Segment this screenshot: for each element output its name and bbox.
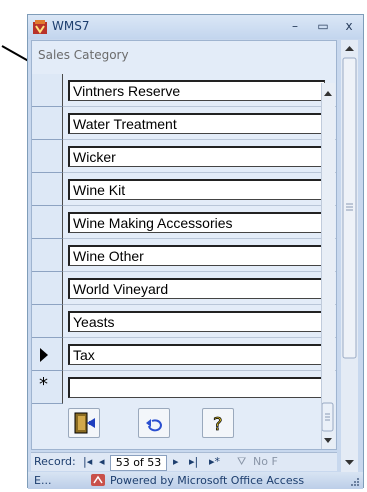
current-record-pointer-icon xyxy=(40,348,48,362)
current-record-input[interactable]: 53 of 53 xyxy=(110,455,167,471)
sales-category-field[interactable]: Vintners Reserve xyxy=(68,80,325,101)
scroll-up-icon xyxy=(324,91,332,96)
new-record-asterisk-icon: * xyxy=(39,374,48,395)
record-navigator: Record: |◂ ◂ 53 of 53 ▸ ▸| ▸* ⛛ No F xyxy=(31,452,337,471)
record-selector[interactable] xyxy=(32,74,63,107)
record-row: Water Treatment xyxy=(32,107,336,140)
current-record-row: Tax xyxy=(32,338,336,371)
undo-icon xyxy=(146,419,162,432)
sales-category-field[interactable]: Water Treatment xyxy=(68,113,325,134)
record-selector-current[interactable] xyxy=(32,338,63,371)
help-button[interactable]: ? xyxy=(202,408,234,438)
record-label: Record: xyxy=(34,455,76,468)
record-row: Wine Other xyxy=(32,239,336,272)
record-selector[interactable] xyxy=(32,272,63,305)
window-scrollbar-graphics xyxy=(342,46,357,465)
window-scrollbar[interactable] xyxy=(341,40,358,472)
window-title: WMS7 xyxy=(52,19,90,33)
sales-category-field[interactable]: Wine Other xyxy=(68,245,325,266)
svg-text:?: ? xyxy=(213,414,223,435)
record-selector-new[interactable]: * xyxy=(32,371,63,404)
record-selector[interactable] xyxy=(32,173,63,206)
record-row: Yeasts xyxy=(32,305,336,338)
access-form-window: WMS7 – ▭ x Sales Category Vintners Reser… xyxy=(27,14,364,489)
sales-category-header: Sales Category xyxy=(38,48,129,62)
restore-button[interactable]: ▭ xyxy=(312,18,334,34)
minimize-button[interactable]: – xyxy=(284,18,306,34)
record-row: Wine Making Accessories xyxy=(32,206,336,239)
title-bar[interactable]: WMS7 – ▭ x xyxy=(28,15,363,39)
record-row: Wicker xyxy=(32,140,336,173)
close-form-button[interactable] xyxy=(68,408,100,438)
help-question-icon: ? xyxy=(213,414,223,436)
powered-by-text: Powered by Microsoft Office Access xyxy=(110,474,305,487)
previous-record-button[interactable]: ◂ xyxy=(99,455,105,468)
office-access-icon xyxy=(91,474,105,486)
record-row: World Vineyard xyxy=(32,272,336,305)
sales-category-field[interactable]: Wine Kit xyxy=(68,179,325,200)
record-selector[interactable] xyxy=(32,305,63,338)
form-scrollbar[interactable] xyxy=(321,83,335,449)
record-row: Vintners Reserve xyxy=(32,74,336,107)
record-selector[interactable] xyxy=(32,239,63,272)
last-record-button[interactable]: ▸| xyxy=(189,455,198,468)
access-app-icon[interactable] xyxy=(32,19,48,35)
window-scroll-down-icon xyxy=(345,460,354,465)
status-bar: E... Powered by Microsoft Office Access xyxy=(28,472,363,489)
close-button[interactable]: x xyxy=(338,18,360,34)
window-scroll-up-icon xyxy=(345,46,354,51)
status-text: E... xyxy=(34,474,52,487)
new-record-button[interactable]: ▸* xyxy=(209,455,220,468)
filter-funnel-icon[interactable]: ⛛ xyxy=(237,455,246,469)
first-record-button[interactable]: |◂ xyxy=(83,455,92,468)
record-selector[interactable] xyxy=(32,206,63,239)
sales-category-field[interactable]: Wine Making Accessories xyxy=(68,212,325,233)
new-record-row: * xyxy=(32,371,336,404)
sales-category-field[interactable]: Tax xyxy=(68,344,325,365)
resize-grip-icon[interactable] xyxy=(350,477,360,487)
sales-category-field[interactable]: Yeasts xyxy=(68,311,325,332)
form-scrollbar-graphics xyxy=(321,91,334,443)
form-header: Sales Category xyxy=(32,41,336,65)
sales-category-field[interactable]: World Vineyard xyxy=(68,278,325,299)
exit-door-icon xyxy=(74,412,95,434)
sales-category-field-new[interactable] xyxy=(68,377,325,398)
filter-status[interactable]: No F xyxy=(253,455,278,468)
record-row: Wine Kit xyxy=(32,173,336,206)
next-record-button[interactable]: ▸ xyxy=(173,455,179,468)
record-selector[interactable] xyxy=(32,107,63,140)
continuous-form: Sales Category Vintners Reserve Water Tr… xyxy=(31,40,337,450)
form-command-bar: ? xyxy=(32,402,336,446)
undo-button[interactable] xyxy=(138,408,170,438)
record-selector[interactable] xyxy=(32,140,63,173)
sales-category-field[interactable]: Wicker xyxy=(68,146,325,167)
